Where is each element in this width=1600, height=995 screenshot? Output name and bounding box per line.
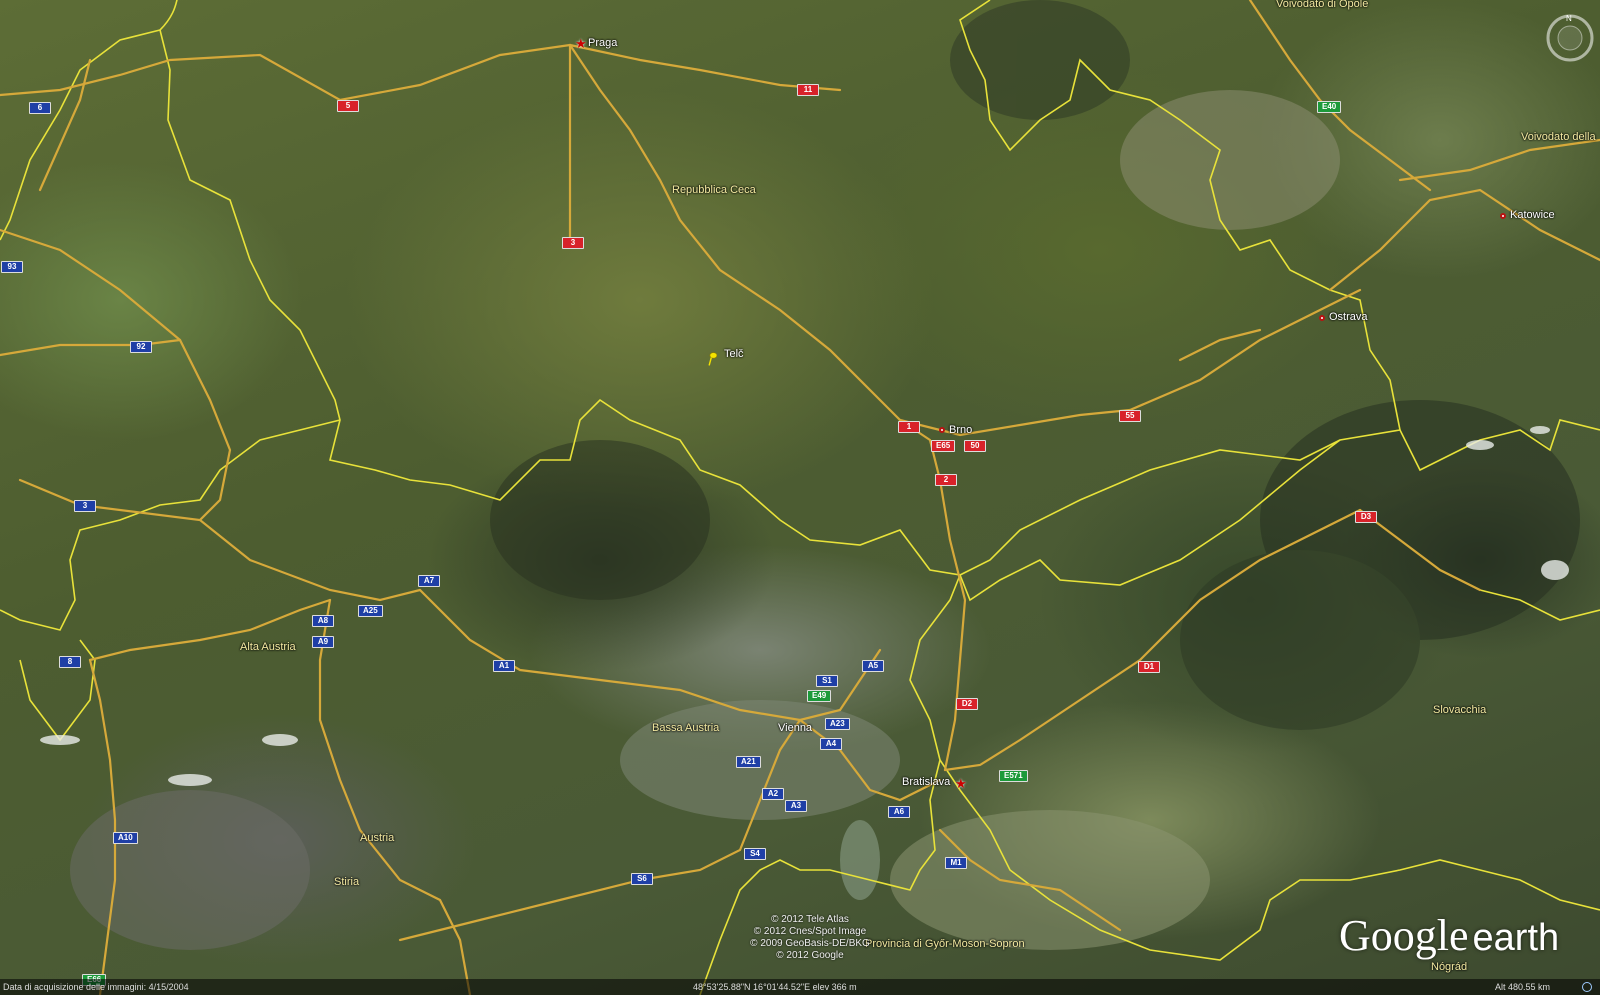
road-shield[interactable]: 50 bbox=[964, 440, 986, 452]
attribution-line: © 2012 Google bbox=[776, 950, 844, 961]
placemark-label-telc[interactable]: Telč bbox=[724, 348, 744, 360]
status-bar: Data di acquisizione delle immagini: 4/1… bbox=[0, 979, 1600, 995]
logo-earth-text: earth bbox=[1472, 917, 1560, 959]
imagery-date: Data di acquisizione delle immagini: 4/1… bbox=[3, 982, 189, 992]
road-shield[interactable]: D3 bbox=[1355, 511, 1377, 523]
road-shield[interactable]: 3 bbox=[562, 237, 584, 249]
city-label-ostrava[interactable]: Ostrava bbox=[1329, 311, 1368, 323]
road-shield[interactable]: E65 bbox=[931, 440, 956, 452]
road-shield[interactable]: S1 bbox=[816, 675, 838, 687]
road-shield[interactable]: A2 bbox=[762, 788, 784, 800]
road-shield[interactable]: A3 bbox=[785, 800, 807, 812]
region-label-austria: Austria bbox=[360, 832, 395, 844]
satellite-map[interactable]: ★ Praga Brno Ostrava Katowice Vienna ★ B… bbox=[0, 0, 1600, 995]
road-shield[interactable]: 92 bbox=[130, 341, 152, 353]
road-shield[interactable]: D2 bbox=[956, 698, 978, 710]
ostrava-city-marker[interactable] bbox=[1319, 315, 1325, 321]
road-shield[interactable]: A4 bbox=[820, 738, 842, 750]
region-label-voivodato-della: Voivodato della bbox=[1521, 131, 1596, 143]
road-shield[interactable]: A10 bbox=[113, 832, 138, 844]
city-label-praga[interactable]: Praga bbox=[588, 37, 617, 49]
road-shield[interactable]: A25 bbox=[358, 605, 383, 617]
placemark-pin-icon[interactable] bbox=[707, 351, 717, 367]
map-lines-layer bbox=[0, 0, 1600, 995]
streaming-indicator-icon bbox=[1582, 982, 1592, 992]
city-label-katowice[interactable]: Katowice bbox=[1510, 209, 1555, 221]
brno-city-marker[interactable] bbox=[939, 427, 945, 433]
road-shield[interactable]: 5 bbox=[337, 100, 359, 112]
road-shield[interactable]: A1 bbox=[493, 660, 515, 672]
region-label-voivodato-opole: Voivodato di Opole bbox=[1276, 0, 1369, 10]
city-label-bratislava[interactable]: Bratislava bbox=[902, 776, 950, 788]
map-attribution: © 2012 Tele Atlas © 2012 Cnes/Spot Image… bbox=[730, 914, 890, 962]
region-label-alta-austria: Alta Austria bbox=[240, 641, 296, 653]
road-shield[interactable]: 6 bbox=[29, 102, 51, 114]
terrain-patches bbox=[70, 0, 1580, 950]
navigation-compass-icon[interactable]: N bbox=[1544, 12, 1596, 64]
road-shield[interactable]: A7 bbox=[418, 575, 440, 587]
svg-text:N: N bbox=[1566, 14, 1572, 23]
road-shield[interactable]: A21 bbox=[736, 756, 761, 768]
pointer-coordinates: 48°53'25.88"N 16°01'44.52"E elev 366 m bbox=[693, 982, 857, 992]
road-shield[interactable]: 55 bbox=[1119, 410, 1141, 422]
road-shield[interactable]: D1 bbox=[1138, 661, 1160, 673]
road-shield[interactable]: A9 bbox=[312, 636, 334, 648]
region-label-nograd: Nógrád bbox=[1431, 961, 1468, 973]
road-shield[interactable]: 3 bbox=[74, 500, 96, 512]
road-shield[interactable]: S4 bbox=[744, 848, 766, 860]
road-shield[interactable]: 2 bbox=[935, 474, 957, 486]
road-shield[interactable]: E571 bbox=[999, 770, 1028, 782]
road-shield[interactable]: S6 bbox=[631, 873, 653, 885]
google-earth-logo: Google earth bbox=[1339, 910, 1559, 961]
attribution-line: © 2012 Tele Atlas bbox=[771, 914, 849, 925]
road-shield[interactable]: A8 bbox=[312, 615, 334, 627]
road-shield[interactable]: E40 bbox=[1317, 101, 1342, 113]
road-shield[interactable]: 8 bbox=[59, 656, 81, 668]
region-label-bassa-austria: Bassa Austria bbox=[652, 722, 720, 734]
attribution-line: © 2009 GeoBasis-DE/BKG bbox=[750, 938, 870, 949]
road-shield[interactable]: A5 bbox=[862, 660, 884, 672]
road-shield[interactable]: M1 bbox=[945, 857, 967, 869]
katowice-city-marker[interactable] bbox=[1500, 213, 1506, 219]
region-label-repubblica-ceca: Repubblica Ceca bbox=[672, 184, 756, 196]
attribution-line: © 2012 Cnes/Spot Image bbox=[753, 926, 867, 937]
city-label-vienna[interactable]: Vienna bbox=[778, 722, 812, 734]
logo-google-text: Google bbox=[1339, 911, 1469, 960]
road-shield[interactable]: 93 bbox=[1, 261, 23, 273]
region-label-slovacchia: Slovacchia bbox=[1433, 704, 1487, 716]
bratislava-capital-marker[interactable]: ★ bbox=[955, 777, 967, 790]
eye-altitude: Alt 480.55 km bbox=[1495, 982, 1551, 992]
road-shield[interactable]: A23 bbox=[825, 718, 850, 730]
road-shield[interactable]: E49 bbox=[807, 690, 832, 702]
praga-capital-marker[interactable]: ★ bbox=[575, 37, 587, 50]
road-shield[interactable]: A6 bbox=[888, 806, 910, 818]
region-label-stiria: Stiria bbox=[334, 876, 360, 888]
road-shield[interactable]: 1 bbox=[898, 421, 920, 433]
road-shield[interactable]: 11 bbox=[797, 84, 819, 96]
city-label-brno[interactable]: Brno bbox=[949, 424, 972, 436]
